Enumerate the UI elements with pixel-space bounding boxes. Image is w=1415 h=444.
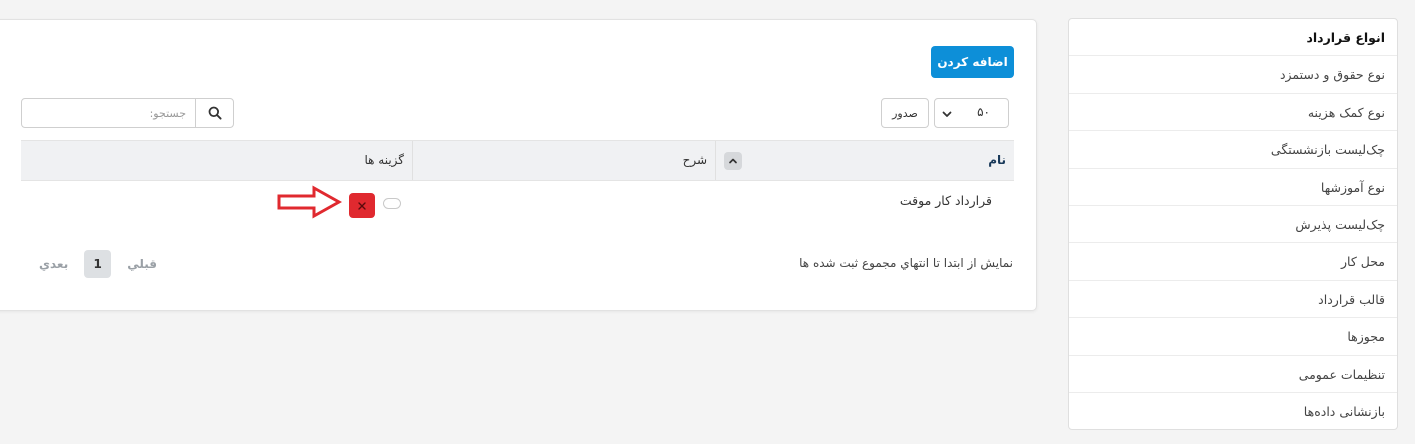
sidebar-item-contract-template[interactable]: قالب قرارداد [1069,281,1397,319]
sidebar-item-training-types[interactable]: نوع آموزشها [1069,169,1397,206]
sidebar-item-onboarding-checklist[interactable]: چک‌لیست پذیرش [1069,206,1397,244]
chevron-up-icon [729,158,737,164]
column-header-options: گزینه ها [364,153,404,167]
next-page-button[interactable]: بعدي [39,257,68,271]
table-info: نمایش از ابتدا تا انتهاي مجموع ثبت شده ه… [799,256,1013,270]
page-length-value: ۵۰ [977,105,990,119]
page-number-button[interactable]: 1 [84,250,112,278]
search-box [21,98,234,128]
row-name: قرارداد کار موقت [899,193,992,208]
column-header-name[interactable]: نام [716,141,1014,180]
column-header-description[interactable]: شرح [412,141,716,180]
sidebar-item-allowance-types[interactable]: نوع کمک هزینه [1069,94,1397,132]
sidebar-item-permissions[interactable]: مجوزها [1069,318,1397,356]
annotation-arrow-icon [277,185,342,219]
add-button[interactable]: اضافه کردن [931,46,1014,78]
chevron-down-icon [942,111,952,117]
pagination: قبلي 1 بعدي [39,250,157,278]
sidebar-item-contract-types[interactable]: انواع قرارداد [1069,19,1397,57]
search-icon [208,106,222,120]
table-row: قرارداد کار موقت [21,181,1014,221]
sidebar-item-reset-data[interactable]: بازنشانی داده‌ها [1069,393,1397,429]
settings-sidebar: انواع قرارداد نوع حقوق و دستمزد نوع کمک … [1068,18,1398,430]
status-toggle[interactable] [383,198,401,209]
sort-button[interactable] [724,152,742,170]
search-button[interactable] [195,99,233,127]
search-input[interactable] [22,99,194,127]
export-button[interactable]: صدور [881,98,929,128]
page-length-select[interactable]: ۵۰ [934,98,1009,128]
sidebar-item-workplace[interactable]: محل کار [1069,243,1397,281]
sidebar-item-general-settings[interactable]: تنظیمات عمومی [1069,356,1397,393]
contract-types-panel: اضافه کردن ۵۰ صدور نام شر [0,19,1037,311]
sidebar-item-retirement-checklist[interactable]: چک‌لیست بازنشستگی [1069,131,1397,169]
close-icon [358,201,366,210]
delete-button[interactable] [349,193,375,218]
table-header: نام شرح گزینه ها [21,140,1014,181]
contract-types-table: نام شرح گزینه ها قرارداد کار موقت [21,140,1014,221]
previous-page-button[interactable]: قبلي [127,257,157,271]
sidebar-item-salary-types[interactable]: نوع حقوق و دستمزد [1069,56,1397,94]
